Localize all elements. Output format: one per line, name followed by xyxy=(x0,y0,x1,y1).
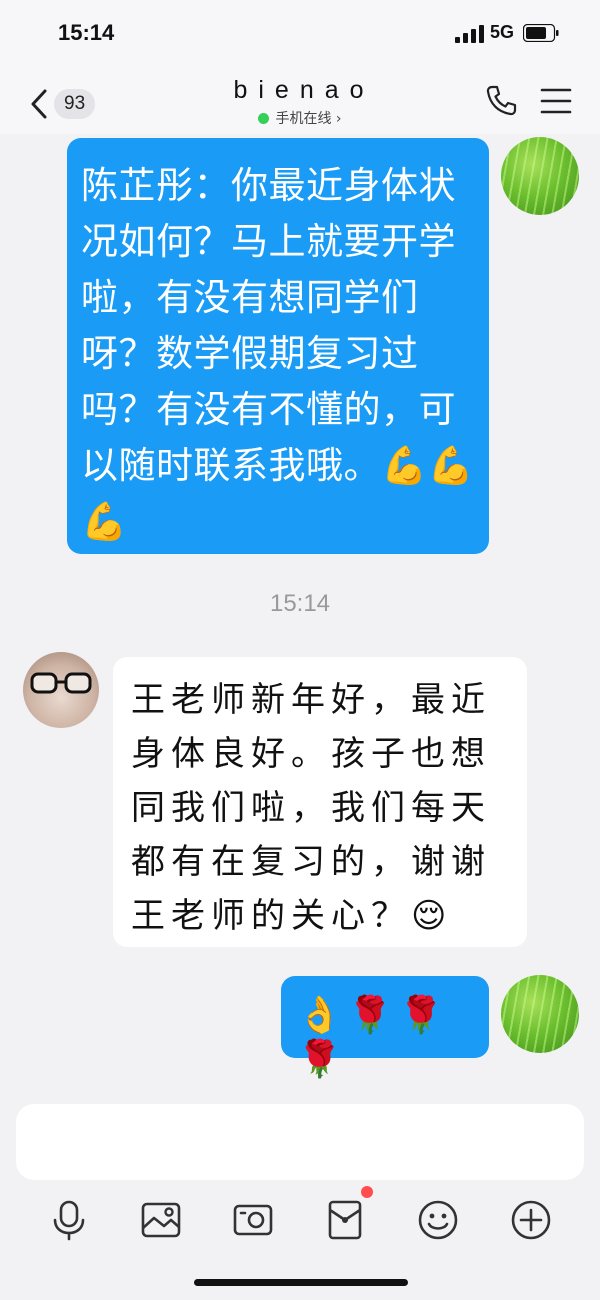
home-indicator[interactable] xyxy=(194,1279,408,1286)
emoji-icon[interactable] xyxy=(416,1198,460,1242)
message-timestamp: 15:14 xyxy=(269,590,331,617)
contact-avatar[interactable] xyxy=(23,652,99,728)
self-avatar[interactable] xyxy=(501,137,579,215)
message-bubble-outgoing[interactable]: 陈芷彤：你最近身体状况如何？马上就要开学啦，有没有想同学们呀？数学假期复习过吗？… xyxy=(67,138,489,554)
message-text: 陈芷彤：你最近身体状况如何？马上就要开学啦，有没有想同学们呀？数学假期复习过吗？… xyxy=(81,164,475,543)
self-avatar[interactable] xyxy=(501,975,579,1053)
presence-text: 手机在线 › xyxy=(275,111,342,127)
message-input[interactable] xyxy=(16,1104,584,1180)
relieved-face-emoji: 😌 xyxy=(411,896,453,936)
notification-dot xyxy=(361,1186,373,1198)
input-area xyxy=(0,1092,600,1300)
glasses-icon xyxy=(30,672,92,694)
microphone-icon[interactable] xyxy=(47,1198,91,1242)
image-icon[interactable] xyxy=(139,1198,183,1242)
message-bubble-outgoing[interactable]: 👌🌹🌹🌹 xyxy=(281,976,489,1080)
online-dot-icon xyxy=(258,112,270,124)
plus-icon[interactable] xyxy=(509,1198,553,1242)
signal-icon xyxy=(455,25,484,43)
message-text: 王老师新年好，最近身体良好。孩子也想同我们啦，我们每天都有在复习的，谢谢王老师的… xyxy=(131,680,491,936)
message-bubble-incoming[interactable]: 王老师新年好，最近身体良好。孩子也想同我们啦，我们每天都有在复习的，谢谢王老师的… xyxy=(113,657,527,947)
battery-icon xyxy=(523,24,559,42)
menu-icon[interactable] xyxy=(540,86,572,116)
status-bar: 15:14 5G xyxy=(0,0,600,70)
red-packet-icon[interactable] xyxy=(323,1198,367,1242)
phone-icon[interactable] xyxy=(484,84,518,118)
camera-icon[interactable] xyxy=(231,1198,275,1242)
status-time: 15:14 xyxy=(58,20,115,45)
network-type: 5G xyxy=(490,22,515,42)
message-emoji: 👌🌹🌹🌹 xyxy=(297,995,450,1080)
chat-header: 93 bienao 手机在线 › xyxy=(0,70,600,134)
